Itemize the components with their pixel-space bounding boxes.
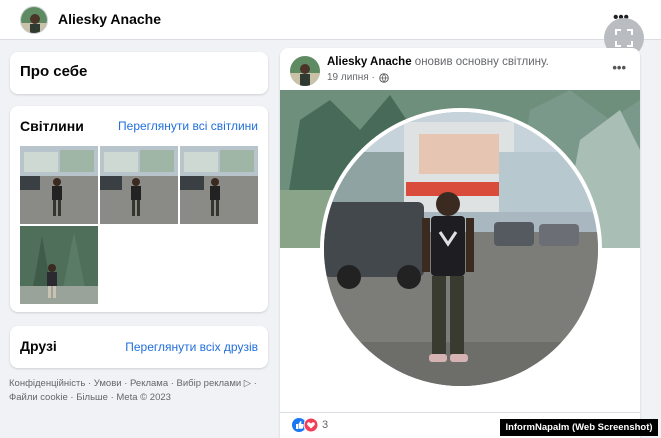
- footer-line-1[interactable]: Конфіденційність · Умови · Реклама · Виб…: [9, 377, 269, 391]
- post-more-button[interactable]: •••: [612, 60, 626, 75]
- post-header: Aliesky Anache оновив основну світлину.: [327, 56, 549, 68]
- post-author-name[interactable]: Aliesky Anache: [327, 56, 412, 68]
- photo-thumbnail[interactable]: [20, 146, 98, 224]
- post-date: 19 липня ·: [327, 72, 389, 83]
- post-action-text: оновив основну світлину.: [414, 56, 549, 68]
- reaction-count[interactable]: 3: [322, 419, 328, 431]
- top-bar: Aliesky Anache •••: [0, 0, 661, 40]
- photo-thumbnail[interactable]: [180, 146, 258, 224]
- profile-photo[interactable]: [320, 108, 602, 390]
- expand-icon: [615, 29, 633, 47]
- footer-links[interactable]: Конфіденційність · Умови · Реклама · Виб…: [9, 377, 269, 405]
- photos-title: Світлини: [20, 118, 84, 134]
- post-author-avatar[interactable]: [290, 56, 320, 86]
- photo-thumbnail[interactable]: [20, 226, 98, 304]
- about-title: Про себе: [20, 63, 88, 80]
- globe-icon: [378, 72, 389, 83]
- profile-name[interactable]: Aliesky Anache: [58, 11, 161, 27]
- footer-line-2[interactable]: Файли cookie · Більше · Meta © 2023: [9, 391, 269, 405]
- friends-title: Друзі: [20, 338, 57, 354]
- post-card: Aliesky Anache оновив основну світлину. …: [280, 48, 640, 438]
- photo-thumbnail[interactable]: [100, 146, 178, 224]
- watermark-label: InformNapalm (Web Screenshot): [500, 419, 658, 436]
- see-all-photos-link[interactable]: Переглянути всі світлини: [118, 119, 258, 133]
- post-date-text[interactable]: 19 липня ·: [327, 72, 375, 83]
- reactions-summary[interactable]: 3: [292, 418, 328, 432]
- photos-card: Світлини Переглянути всі світлини: [10, 106, 268, 312]
- about-card: Про себе: [10, 52, 268, 94]
- love-reaction-icon: [304, 418, 318, 432]
- see-all-friends-link[interactable]: Переглянути всіх друзів: [125, 340, 258, 354]
- friends-card: Друзі Переглянути всіх друзів: [10, 326, 268, 368]
- avatar[interactable]: [20, 6, 48, 34]
- divider: [280, 412, 640, 413]
